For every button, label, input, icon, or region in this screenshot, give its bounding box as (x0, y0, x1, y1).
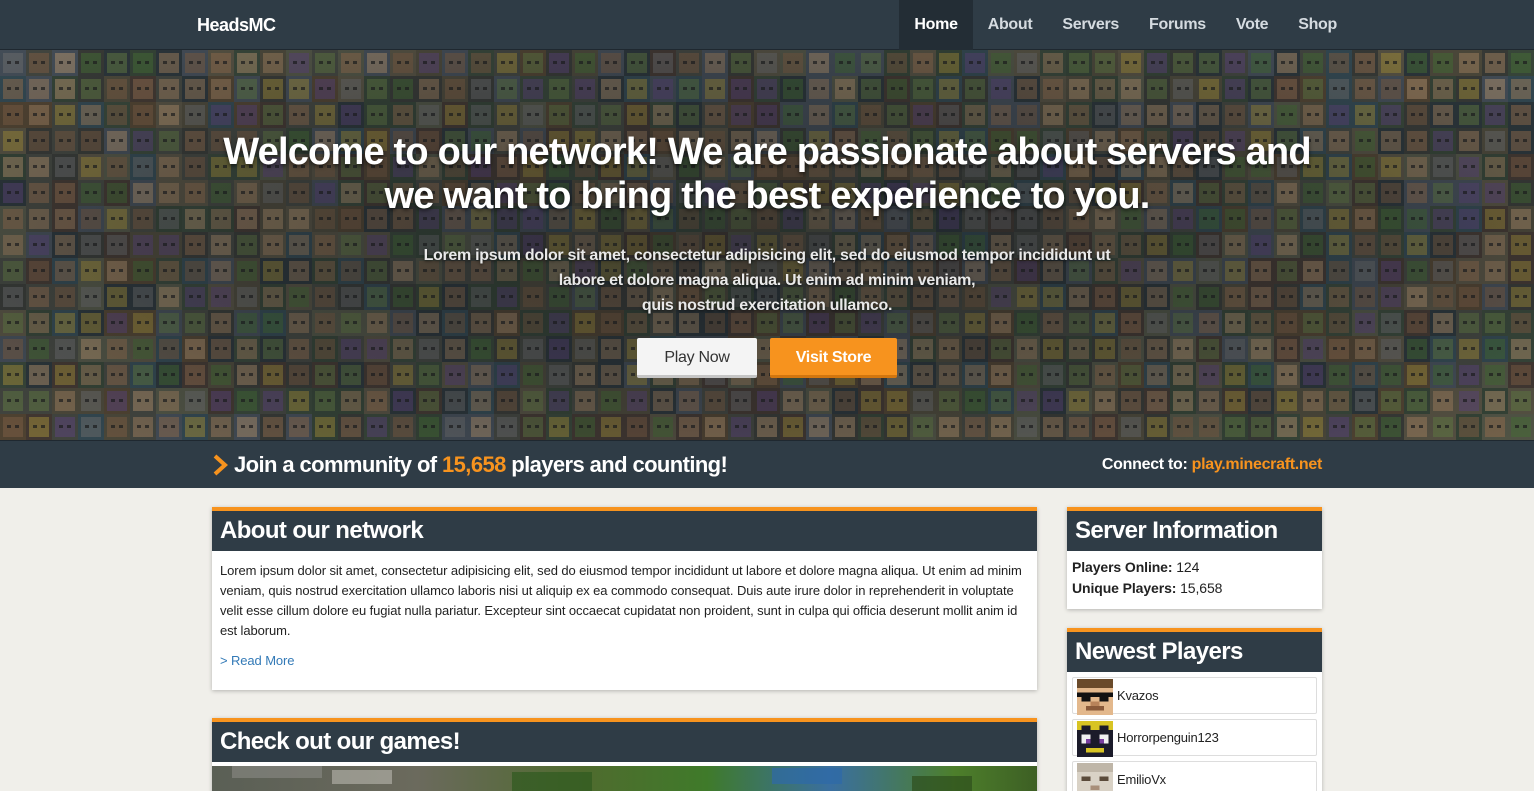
nav-item-vote[interactable]: Vote (1221, 0, 1283, 50)
hero-lead-line-2: labore et dolore magna aliqua. Ut enim a… (558, 272, 976, 289)
community-strip: Join a community of 15,658 players and c… (0, 440, 1534, 488)
hero-banner: Welcome to our network! We are passionat… (0, 50, 1534, 440)
about-panel-title: About our network (212, 511, 1037, 551)
player-name: EmilioVx (1117, 772, 1166, 787)
nav-item-servers[interactable]: Servers (1047, 0, 1134, 50)
community-message: Join a community of 15,658 players and c… (212, 441, 728, 489)
hero-content: Welcome to our network! We are passionat… (0, 50, 1534, 440)
hero-headline: Welcome to our network! We are passionat… (223, 131, 1311, 217)
newest-players-title: Newest Players (1067, 632, 1322, 672)
main-nav: Home About Servers Forums Vote Shop (899, 0, 1352, 50)
hero-lead: Lorem ipsum dolor sit amet, consectetur … (417, 243, 1117, 318)
brand-logo[interactable]: HeadsMC (197, 0, 276, 50)
sunglasses-face-icon (1077, 679, 1113, 715)
player-count: 15,658 (442, 452, 506, 477)
top-navbar: HeadsMC Home About Servers Forums Vote S… (0, 0, 1534, 50)
player-name: Horrorpenguin123 (1117, 730, 1219, 745)
crowned-face-icon (1077, 721, 1113, 757)
unique-players-row: Unique Players: 15,658 (1072, 578, 1317, 599)
read-more-link[interactable]: > Read More (220, 651, 295, 671)
nav-item-shop[interactable]: Shop (1283, 0, 1352, 50)
about-panel: About our network Lorem ipsum dolor sit … (212, 507, 1037, 690)
connect-info: Connect to: play.minecraft.net (1102, 441, 1322, 489)
join-prefix: Join a community of (234, 452, 437, 477)
play-now-button[interactable]: Play Now (637, 338, 757, 378)
player-list-item[interactable]: EmilioVx (1072, 761, 1317, 791)
about-text: Lorem ipsum dolor sit amet, consectetur … (220, 563, 1022, 638)
nav-item-about[interactable]: About (973, 0, 1048, 50)
pale-face-icon (1077, 763, 1113, 791)
nav-item-home[interactable]: Home (899, 0, 973, 50)
server-info-title: Server Information (1067, 511, 1322, 551)
nav-item-forums[interactable]: Forums (1134, 0, 1221, 50)
games-panel-title: Check out our games! (212, 722, 1037, 762)
unique-players-value: 15,658 (1180, 580, 1223, 596)
hero-lead-line-3: quis nostrud exercitation ullamco. (641, 297, 893, 314)
player-name: Kvazos (1117, 688, 1159, 703)
games-panel: Check out our games! (212, 718, 1037, 791)
server-address[interactable]: play.minecraft.net (1192, 456, 1323, 473)
hero-lead-line-1: Lorem ipsum dolor sit amet, consectetur … (423, 247, 1111, 264)
visit-store-button[interactable]: Visit Store (770, 338, 897, 378)
newest-players-panel: Newest Players Kvazos Horrorpenguin123 E… (1067, 628, 1322, 791)
chevron-right-icon (213, 454, 228, 476)
newest-players-list: Kvazos Horrorpenguin123 EmilioVx (1067, 677, 1322, 791)
about-panel-body: Lorem ipsum dolor sit amet, consectetur … (212, 551, 1037, 681)
server-info-body: Players Online: 124 Unique Players: 15,6… (1067, 551, 1322, 605)
connect-label: Connect to: (1101, 456, 1188, 473)
players-online-value: 124 (1176, 559, 1200, 575)
player-list-item[interactable]: Kvazos (1072, 677, 1317, 715)
unique-players-label: Unique Players: (1072, 580, 1177, 596)
join-suffix: players and counting! (511, 452, 728, 477)
game-screenshot-image[interactable] (212, 766, 1037, 791)
player-list-item[interactable]: Horrorpenguin123 (1072, 719, 1317, 757)
server-info-panel: Server Information Players Online: 124 U… (1067, 507, 1322, 609)
players-online-row: Players Online: 124 (1072, 557, 1317, 578)
players-online-label: Players Online: (1072, 559, 1173, 575)
